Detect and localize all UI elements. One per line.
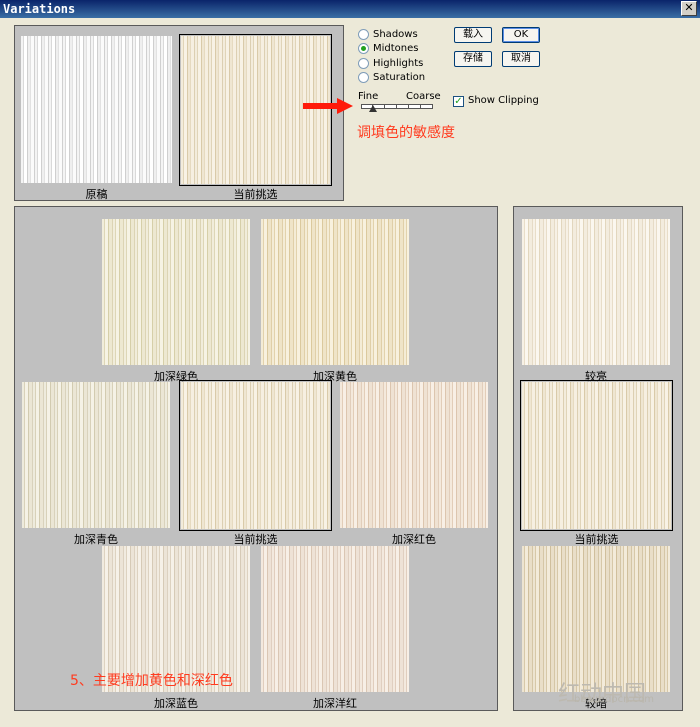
close-button[interactable]: ✕ bbox=[681, 1, 697, 16]
radio-label: Midtones bbox=[373, 42, 419, 54]
more-green-image bbox=[102, 219, 250, 365]
more-cyan-thumbnail[interactable] bbox=[20, 380, 172, 530]
load-button[interactable]: 载入 bbox=[454, 27, 492, 43]
radio-shadows[interactable]: Shadows bbox=[358, 27, 418, 41]
radio-label: Highlights bbox=[373, 57, 424, 69]
current-pick-caption: 当前挑选 bbox=[233, 188, 278, 201]
slider-tick bbox=[384, 105, 385, 108]
cancel-button[interactable]: 取消 bbox=[502, 51, 540, 67]
more-yellow-image bbox=[261, 219, 409, 365]
step5-annotation: 5、主要增加黄色和深红色 bbox=[70, 673, 233, 689]
radio-button[interactable] bbox=[358, 28, 369, 40]
ok-button[interactable]: OK bbox=[502, 27, 540, 43]
more-magenta-caption: 加深洋红 bbox=[313, 697, 357, 710]
radio-saturation[interactable]: Saturation bbox=[358, 70, 425, 84]
lighter-thumbnail[interactable] bbox=[520, 217, 672, 367]
show-clipping-label: Show Clipping bbox=[468, 95, 539, 106]
brightness-current-pick-thumbnail[interactable] bbox=[520, 380, 673, 531]
center-current-pick-image bbox=[181, 382, 330, 529]
radio-button[interactable] bbox=[358, 71, 369, 83]
slider-thumb[interactable] bbox=[369, 105, 377, 112]
original-caption: 原稿 bbox=[85, 188, 108, 201]
title-bar: Variations ✕ bbox=[0, 0, 700, 18]
more-red-image bbox=[340, 382, 488, 528]
slider-tick bbox=[396, 105, 397, 108]
sensitivity-annotation: 调填色的敏感度 bbox=[357, 125, 455, 141]
fine-label: Fine bbox=[358, 91, 379, 102]
more-green-thumbnail[interactable] bbox=[100, 217, 252, 367]
brightness-current-pick-image bbox=[522, 382, 671, 529]
more-yellow-thumbnail[interactable] bbox=[259, 217, 411, 367]
darker-thumbnail[interactable] bbox=[520, 544, 672, 694]
radio-label: Saturation bbox=[373, 71, 426, 83]
watermark-url: bbs.redocn.com bbox=[574, 694, 654, 705]
radio-midtones[interactable]: Midtones bbox=[358, 41, 419, 55]
radio-highlights[interactable]: Highlights bbox=[358, 56, 423, 70]
more-magenta-thumbnail[interactable] bbox=[259, 544, 411, 694]
radio-button[interactable] bbox=[358, 42, 369, 54]
more-red-thumbnail[interactable] bbox=[338, 380, 490, 530]
window-title: Variations bbox=[3, 2, 76, 16]
radio-label: Shadows bbox=[373, 28, 418, 40]
slider-tick bbox=[420, 105, 421, 108]
radio-button[interactable] bbox=[358, 57, 369, 69]
center-current-pick-thumbnail[interactable] bbox=[179, 380, 332, 531]
show-clipping-checkbox[interactable]: ✓ bbox=[453, 96, 464, 107]
save-button[interactable]: 存储 bbox=[454, 51, 492, 67]
more-magenta-image bbox=[261, 546, 409, 692]
coarse-label: Coarse bbox=[406, 91, 441, 102]
original-image bbox=[21, 36, 172, 183]
original-thumbnail bbox=[19, 34, 174, 185]
lighter-image bbox=[522, 219, 670, 365]
more-cyan-image bbox=[22, 382, 170, 528]
slider-tick bbox=[408, 105, 409, 108]
red-arrow-icon bbox=[303, 98, 353, 114]
darker-image bbox=[522, 546, 670, 692]
more-blue-caption: 加深蓝色 bbox=[154, 697, 198, 710]
